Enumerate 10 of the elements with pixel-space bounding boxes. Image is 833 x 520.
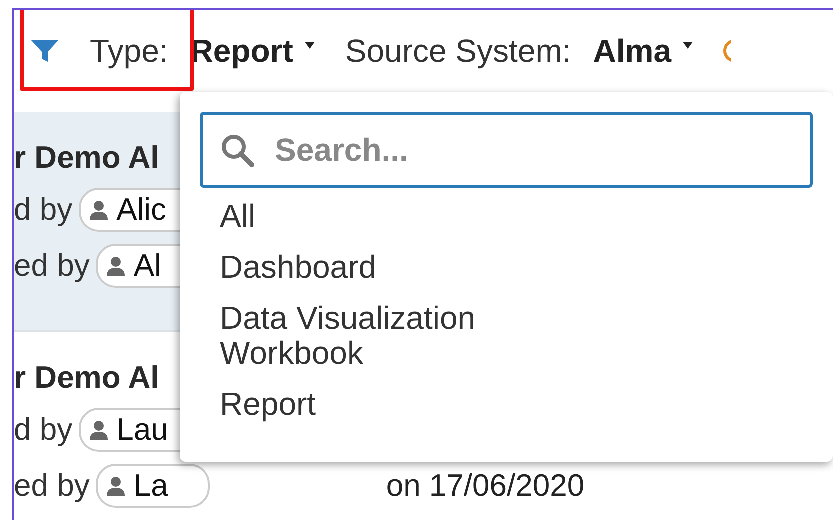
field-label: d by (14, 192, 73, 228)
filter-label: Type: (90, 32, 168, 70)
field-label: ed by (14, 468, 90, 504)
card-title: r Demo Al (14, 360, 160, 396)
filter-label: Source System: (345, 32, 572, 70)
user-chip: La (96, 464, 210, 508)
card-title: r Demo Al (14, 140, 160, 176)
date-text: on 17/06/2020 (386, 468, 585, 504)
field-label: ed by (14, 248, 90, 284)
field-label: d by (14, 412, 73, 448)
